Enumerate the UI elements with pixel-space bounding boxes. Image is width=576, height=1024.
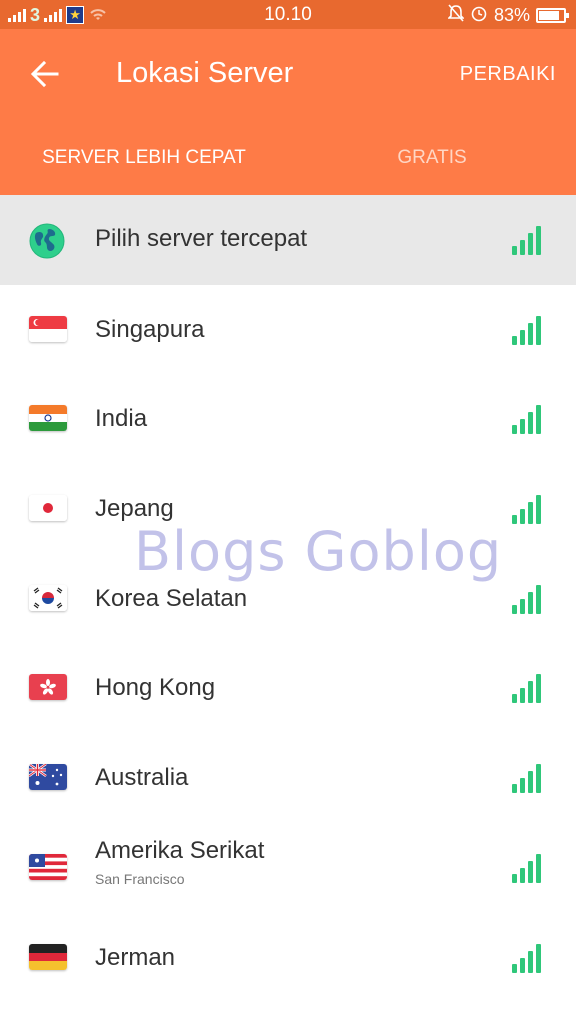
globe-icon: [29, 223, 65, 259]
usa-flag-icon: [29, 853, 67, 880]
server-label: Singapura: [95, 315, 205, 343]
list-item-india[interactable]: India: [0, 374, 576, 464]
repair-button[interactable]: PERBAIKI: [460, 63, 556, 86]
singapore-flag-icon: [29, 315, 67, 342]
india-flag-icon: [29, 405, 67, 432]
server-label: Amerika Serikat: [95, 836, 265, 864]
alarm-clock-icon: [470, 4, 488, 27]
south-korea-flag-icon: [29, 584, 67, 611]
server-label: Jerman: [95, 943, 176, 971]
status-bar: 3 ★ 10.10 83%: [0, 0, 576, 29]
server-list: Pilih server tercepat Singapura India Je…: [0, 195, 576, 1002]
signal-strength-icon: [512, 404, 544, 435]
mute-bell-icon: [447, 3, 465, 27]
server-label: Korea Selatan: [95, 584, 248, 612]
server-label: Hong Kong: [95, 674, 216, 702]
tab-free[interactable]: GRATIS: [288, 137, 576, 195]
page-title: Lokasi Server: [116, 57, 294, 89]
status-right-icons: 83%: [447, 3, 569, 27]
app-bar: Lokasi Server PERBAIKI SERVER LEBIH CEPA…: [0, 29, 576, 211]
japan-flag-icon: [29, 495, 67, 522]
battery-percent: 83%: [493, 4, 530, 25]
server-label: India: [95, 405, 148, 433]
signal-strength-icon: [512, 943, 544, 973]
tab-faster-servers[interactable]: SERVER LEBIH CEPAT: [0, 137, 288, 211]
list-item-fastest-server[interactable]: Pilih server tercepat: [0, 195, 576, 285]
list-item-singapura[interactable]: Singapura: [0, 285, 576, 375]
signal-strength-icon: [512, 315, 544, 345]
australia-flag-icon: [29, 764, 67, 791]
list-item-australia[interactable]: Australia: [0, 733, 576, 823]
germany-flag-icon: [29, 943, 67, 970]
signal-strength-icon: [512, 673, 544, 704]
back-arrow-icon[interactable]: [30, 59, 60, 89]
signal-strength-icon: [512, 763, 544, 794]
list-item-amerika-serikat[interactable]: Amerika Serikat San Francisco: [0, 823, 576, 913]
list-item-jerman[interactable]: Jerman: [0, 913, 576, 1003]
server-label: Jepang: [95, 495, 174, 523]
signal-strength-icon: [512, 225, 544, 255]
server-label: Pilih server tercepat: [95, 225, 308, 252]
server-label: Australia: [95, 764, 189, 792]
tab-bar: SERVER LEBIH CEPAT GRATIS: [0, 137, 576, 211]
battery-icon: [536, 7, 569, 23]
hong-kong-flag-icon: [29, 674, 67, 701]
signal-strength-icon: [512, 494, 544, 525]
signal-strength-icon: [512, 853, 544, 883]
watermark-text: Blogs Goblog: [134, 520, 503, 583]
server-sublabel: San Francisco: [95, 870, 185, 887]
list-item-hong-kong[interactable]: Hong Kong: [0, 643, 576, 733]
signal-strength-icon: [512, 584, 544, 614]
